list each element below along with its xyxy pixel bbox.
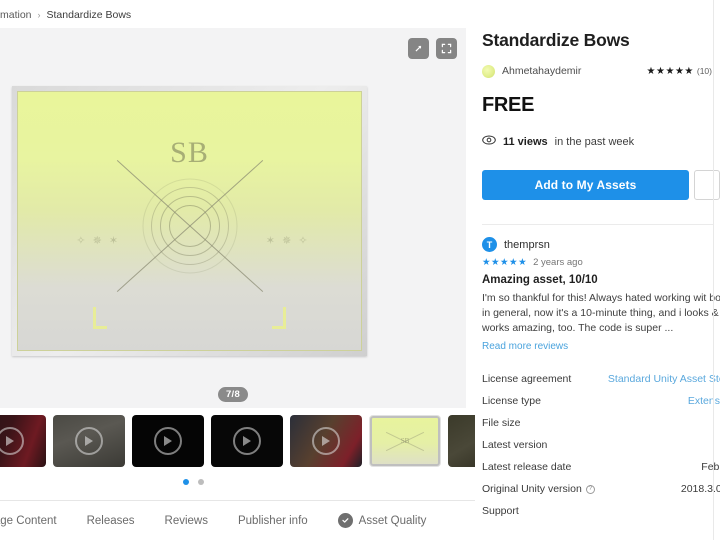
table-row: Latest release date Feb 24 [482,456,720,478]
corner-marker-left [93,307,108,330]
detail-label: Original Unity version ? [482,483,595,495]
shield-check-icon [337,513,353,528]
publisher-name[interactable]: Ahmetahaydemir [502,65,581,77]
pagination-dot-1[interactable] [182,479,189,485]
detail-label: License type [482,395,541,407]
asset-details-table: License agreement Standard Unity Asset S… [482,368,720,522]
breadcrumb-parent[interactable]: mation [0,9,32,21]
rating-count: (10) [696,66,712,76]
table-row: Support Vi [482,500,720,522]
tab-asset-quality[interactable]: Asset Quality [337,513,427,528]
thumbnail-strip[interactable]: SB [0,414,475,468]
tab-package-content[interactable]: ackage Content [0,515,57,527]
featured-review: T themprsn ★★★★★ 2 years ago Amazing ass… [482,237,720,352]
info-icon[interactable]: ? [585,484,595,494]
detail-label: File size [482,417,521,429]
gallery-pagination [0,474,386,490]
table-row: Original Unity version ? 2018.3.0 or [482,478,720,500]
share-icon[interactable] [408,38,429,59]
review-body: I'm so thankful for this! Always hated w… [482,292,720,334]
secondary-action-button[interactable] [694,170,720,200]
artwork-stars-left: ✧ ✵ ✶ [76,234,121,247]
detail-label-text: Original Unity version [482,483,582,495]
list-item-selected[interactable]: SB [369,415,441,467]
play-icon [75,427,103,455]
artwork-stars-right: ✶ ✵ ✧ [265,234,310,247]
price-label: FREE [482,94,535,116]
detail-value: 2018.3.0 or [680,483,720,495]
publisher-row: Ahmetahaydemir ★★★★★ (10) [482,62,720,80]
media-gallery: SB ✧ ✵ ✶ ✶ ✵ ✧ 7/8 SB ge Content Release… [0,28,475,540]
review-author[interactable]: themprsn [504,239,550,251]
detail-value: Feb 24 [701,461,720,473]
eye-icon [482,135,496,148]
table-row: File size [482,412,720,434]
cta-row: Add to My Assets [482,170,720,200]
artwork-canvas: SB ✧ ✵ ✶ ✶ ✵ ✧ [17,91,362,351]
panel-divider [713,0,714,540]
review-meta: ★★★★★ 2 years ago [482,257,720,268]
play-icon [0,427,24,455]
views-suffix: in the past week [554,135,635,148]
asset-info-panel: Standardize Bows Ahmetahaydemir ★★★★★ (1… [475,0,720,540]
avatar: T [482,237,497,252]
play-icon [233,427,261,455]
list-item[interactable] [53,415,125,467]
divider [482,224,714,225]
read-more-reviews-link[interactable]: Read more reviews [482,341,720,352]
fullscreen-icon[interactable] [436,38,457,59]
page-title: Standardize Bows [482,30,630,50]
detail-label: License agreement [482,373,572,385]
artwork-monogram: SB [170,135,209,169]
list-item[interactable] [132,415,204,467]
image-counter-badge: 7/8 [217,386,249,402]
content-tabs: ackage Content Releases Reviews Publishe… [0,500,475,540]
image-counter-wrap: 7/8 [0,380,466,408]
review-stars-icon: ★★★★★ [482,257,528,268]
artwork-frame: SB ✧ ✵ ✶ ✶ ✵ ✧ [12,86,367,356]
play-icon [312,427,340,455]
table-row: License agreement Standard Unity Asset S… [482,368,720,390]
tab-reviews[interactable]: Reviews [165,515,208,527]
detail-label: Latest version [482,439,548,451]
asset-store-page: mation › Standardize Bows SB ✧ ✵ ✶ ✶ ✵ ✧… [0,0,720,540]
detail-value[interactable]: Extension [688,395,720,407]
hero-action-buttons [408,38,457,59]
rating-summary[interactable]: ★★★★★ (10) [647,66,720,77]
detail-label: Latest release date [482,461,572,473]
table-row: License type Extension [482,390,720,412]
list-item[interactable] [211,415,283,467]
list-item[interactable] [290,415,362,467]
avatar [482,64,495,78]
tab-releases[interactable]: Releases [87,515,135,527]
review-header: T themprsn [482,237,720,252]
breadcrumb: mation › Standardize Bows [0,6,131,24]
list-item[interactable] [448,415,475,467]
rating-stars-icon: ★★★★★ [646,65,694,77]
corner-marker-right [271,307,286,330]
tab-asset-quality-label: Asset Quality [358,514,427,527]
tab-publisher-info[interactable]: Publisher info [238,515,308,527]
breadcrumb-separator-icon: › [37,10,41,20]
review-date: 2 years ago [533,257,583,268]
list-item[interactable] [0,415,46,467]
play-icon [154,427,182,455]
breadcrumb-current: Standardize Bows [46,9,132,21]
hero-image-viewer[interactable]: SB ✧ ✵ ✶ ✶ ✵ ✧ [0,28,466,380]
views-row: 11 views in the past week [482,135,720,148]
detail-label: Support [482,505,519,517]
detail-value[interactable]: Standard Unity Asset Store [608,373,720,385]
pagination-dot-2[interactable] [197,479,204,485]
add-to-my-assets-button[interactable]: Add to My Assets [482,170,689,200]
views-count: 11 views [503,135,548,148]
review-title: Amazing asset, 10/10 [482,274,598,286]
table-row: Latest version [482,434,720,456]
